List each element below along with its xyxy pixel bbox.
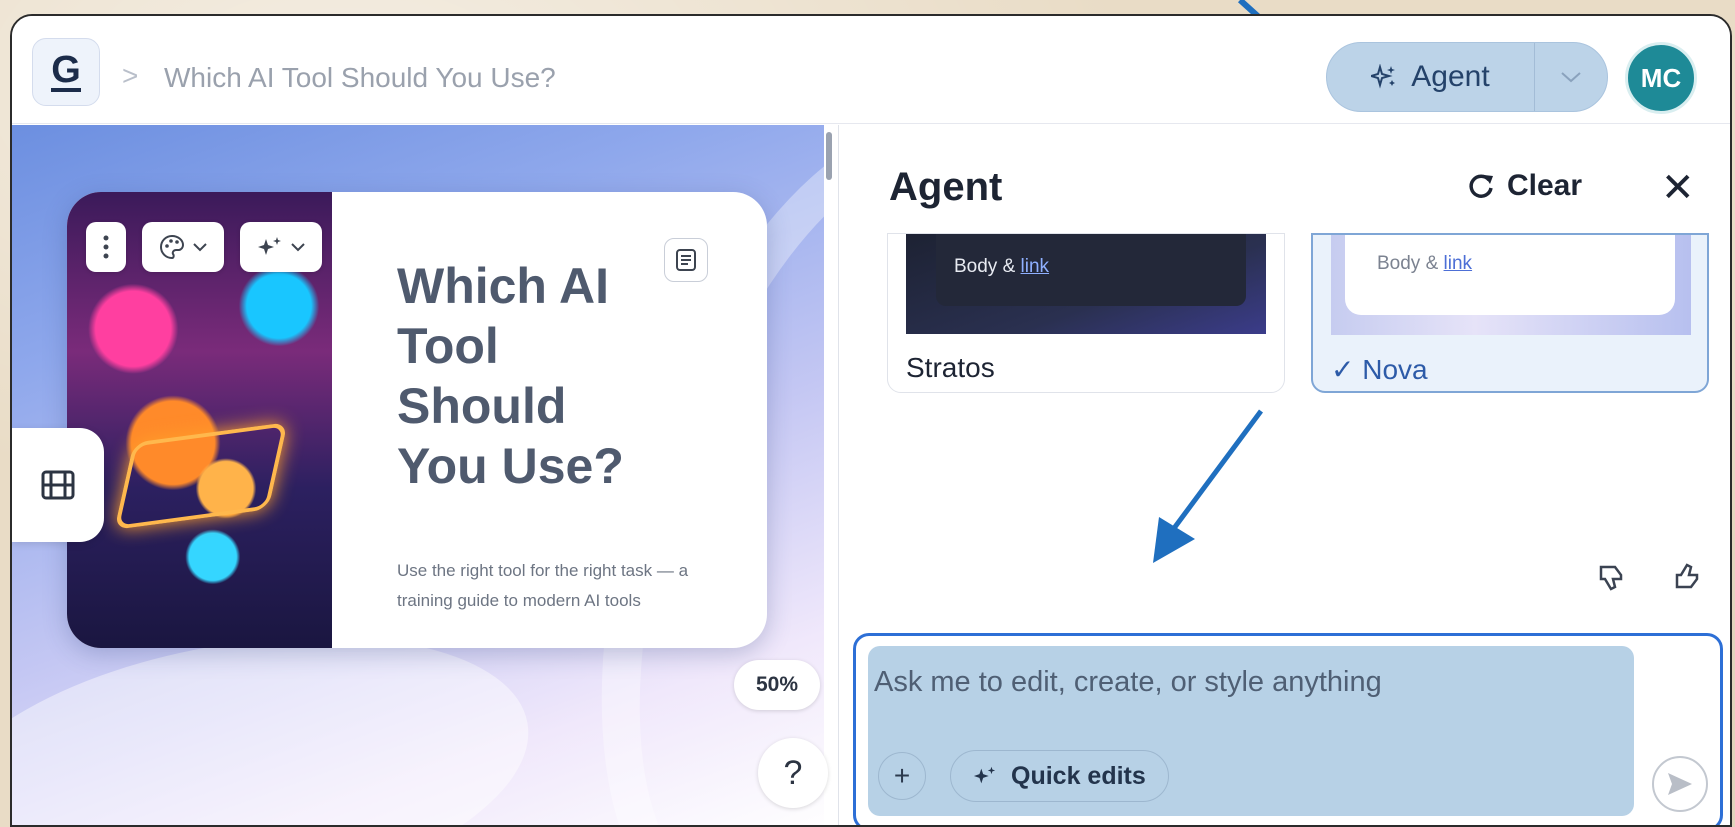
app-window: G > Which AI Tool Should You Use? Agent … (10, 14, 1732, 827)
clear-label: Clear (1507, 169, 1583, 202)
film-icon (41, 470, 75, 500)
clear-button[interactable]: Clear (1467, 169, 1582, 203)
app-logo[interactable]: G (32, 38, 100, 106)
agent-input-area: + Quick edits (868, 646, 1634, 816)
theme-name-nova: ✓ Nova (1331, 354, 1428, 385)
card-menu-button[interactable] (86, 222, 126, 272)
agent-prompt-input[interactable] (874, 662, 1614, 702)
theme-name-stratos: Stratos (906, 352, 995, 383)
notes-icon (676, 249, 696, 271)
theme-card-nova[interactable]: Body & link ✓ Nova (1311, 233, 1709, 393)
agent-panel: Agent Clear ✕ Body & link Stratos Body &… (838, 125, 1730, 825)
thumbs-up-button[interactable] (1673, 563, 1703, 598)
close-icon: ✕ (1661, 166, 1695, 210)
preview-text: Body & link (954, 256, 1050, 277)
attach-button[interactable]: + (878, 752, 926, 800)
card-ai-button[interactable] (240, 222, 322, 272)
preview-link: link (1443, 253, 1473, 274)
annotation-arrow-input (1153, 409, 1264, 563)
thumbs-down-button[interactable] (1597, 563, 1627, 598)
chevron-down-icon (291, 243, 305, 252)
card-color-button[interactable] (142, 222, 224, 272)
top-bar: G > Which AI Tool Should You Use? Agent … (12, 16, 1730, 124)
canvas-scrollbar[interactable] (826, 132, 832, 180)
breadcrumb-separator: > (122, 60, 139, 91)
theme-card-stratos[interactable]: Body & link Stratos (887, 233, 1285, 393)
panel-title: Agent (889, 165, 1003, 209)
chevron-down-icon (1561, 72, 1581, 83)
sparkle-icon (258, 237, 281, 255)
user-avatar[interactable]: MC (1625, 42, 1697, 114)
notes-button[interactable] (664, 238, 708, 282)
preview-text: Body & link (1377, 253, 1473, 274)
send-icon (1668, 773, 1692, 795)
document-title[interactable]: Which AI Tool Should You Use? (164, 62, 556, 94)
thumbs-down-icon (1599, 565, 1623, 591)
slide-subtitle[interactable]: Use the right tool for the right task — … (397, 556, 697, 616)
agent-dropdown-caret[interactable] (1535, 70, 1607, 84)
close-button[interactable]: ✕ (1661, 165, 1695, 211)
plus-icon: + (893, 760, 911, 791)
sparkle-icon (973, 766, 996, 784)
slide-title[interactable]: Which AI Tool Should You Use? (397, 256, 657, 496)
agent-button[interactable]: Agent (1327, 43, 1535, 111)
zoom-level[interactable]: 50% (734, 660, 820, 710)
theme-preview-nova: Body & link (1331, 235, 1691, 335)
refresh-icon (1469, 174, 1493, 198)
agent-button-label: Agent (1411, 60, 1490, 93)
theme-preview-stratos: Body & link (906, 234, 1266, 334)
preview-link: link (1020, 256, 1050, 277)
check-icon: ✓ (1331, 354, 1355, 385)
agent-input-box: + Quick edits (853, 633, 1723, 825)
chevron-down-icon (193, 243, 207, 252)
sparkle-icon (1371, 64, 1396, 89)
quick-edits-label: Quick edits (1011, 761, 1146, 790)
palette-icon (160, 234, 184, 260)
thumbs-up-icon (1675, 563, 1699, 589)
quick-edits-button[interactable]: Quick edits (950, 750, 1169, 802)
more-vertical-icon (103, 235, 109, 259)
agent-button-group: Agent (1326, 42, 1608, 112)
send-button[interactable] (1652, 756, 1708, 812)
slide-panel-toggle[interactable] (12, 428, 104, 542)
help-button[interactable]: ? (758, 738, 828, 808)
